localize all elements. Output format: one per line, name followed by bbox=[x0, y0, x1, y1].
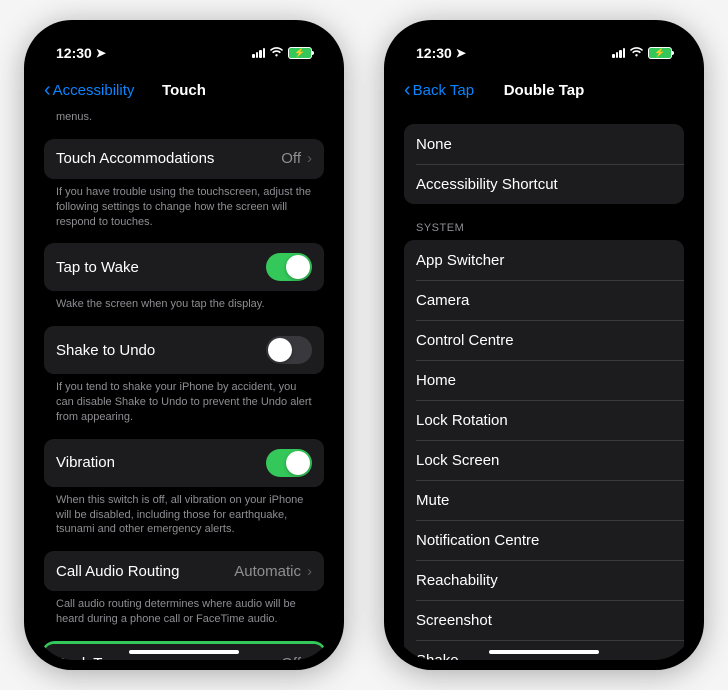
back-button[interactable]: ‹ Accessibility bbox=[44, 79, 134, 102]
cell-value: Off bbox=[281, 150, 301, 167]
screen-right: 12:30 ➤ ⚡ ‹ Back Tap Double Tap None Acce… bbox=[394, 30, 694, 660]
system-option[interactable]: Home bbox=[404, 360, 684, 400]
cell-label: Touch Accommodations bbox=[56, 150, 281, 167]
cell-label: Accessibility Shortcut bbox=[416, 176, 672, 193]
tap-to-wake-row[interactable]: Tap to Wake bbox=[44, 243, 324, 291]
wifi-icon bbox=[269, 46, 284, 61]
nav-bar: ‹ Back Tap Double Tap bbox=[394, 70, 694, 110]
status-time: 12:30 bbox=[416, 45, 452, 61]
iphone-left: 12:30 ➤ ⚡ ‹ Accessibility Touch menus. bbox=[24, 20, 344, 670]
cellular-signal-icon bbox=[612, 48, 625, 58]
chevron-right-icon: › bbox=[307, 563, 312, 580]
system-option[interactable]: Notification Centre bbox=[404, 520, 684, 560]
settings-content[interactable]: menus. Touch Accommodations Off › If you… bbox=[34, 110, 334, 660]
cell-label: Notification Centre bbox=[416, 532, 672, 549]
cell-label: Screenshot bbox=[416, 612, 672, 629]
system-option[interactable]: Control Centre bbox=[404, 320, 684, 360]
cell-label: None bbox=[416, 136, 672, 153]
vibration-toggle[interactable] bbox=[266, 449, 312, 477]
call-audio-routing-row[interactable]: Call Audio Routing Automatic › bbox=[44, 551, 324, 591]
truncated-footer: menus. bbox=[44, 110, 324, 139]
location-icon: ➤ bbox=[96, 46, 106, 60]
cell-label: Lock Rotation bbox=[416, 412, 672, 429]
chevron-right-icon: › bbox=[307, 655, 312, 660]
double-tap-option[interactable]: None bbox=[404, 124, 684, 164]
home-indicator[interactable] bbox=[129, 650, 239, 654]
cell-label: Vibration bbox=[56, 454, 266, 471]
section-footer: When this switch is off, all vibration o… bbox=[44, 487, 324, 552]
iphone-right: 12:30 ➤ ⚡ ‹ Back Tap Double Tap None Acce… bbox=[384, 20, 704, 670]
battery-icon: ⚡ bbox=[648, 47, 672, 59]
cell-label: Back Tap bbox=[56, 655, 281, 660]
notch bbox=[119, 30, 249, 58]
system-option[interactable]: Mute bbox=[404, 480, 684, 520]
chevron-left-icon: ‹ bbox=[404, 79, 411, 102]
battery-icon: ⚡ bbox=[288, 47, 312, 59]
back-label: Accessibility bbox=[53, 82, 135, 99]
notch bbox=[479, 30, 609, 58]
cell-label: Control Centre bbox=[416, 332, 672, 349]
location-icon: ➤ bbox=[456, 46, 466, 60]
shake-to-undo-toggle[interactable] bbox=[266, 336, 312, 364]
cell-value: Automatic bbox=[234, 563, 301, 580]
page-title: Touch bbox=[162, 82, 206, 99]
cell-value: Off bbox=[281, 655, 301, 660]
back-label: Back Tap bbox=[413, 82, 474, 99]
cell-label: Lock Screen bbox=[416, 452, 672, 469]
system-options-group: App Switcher Camera Control Centre Home Lock… bbox=[404, 240, 684, 660]
system-option[interactable]: Lock Screen bbox=[404, 440, 684, 480]
chevron-right-icon: › bbox=[307, 150, 312, 167]
double-tap-option[interactable]: Accessibility Shortcut bbox=[404, 164, 684, 204]
system-header: SYSTEM bbox=[404, 204, 684, 240]
system-option[interactable]: Camera bbox=[404, 280, 684, 320]
cell-label: App Switcher bbox=[416, 252, 672, 269]
system-option[interactable]: Screenshot bbox=[404, 600, 684, 640]
back-button[interactable]: ‹ Back Tap bbox=[404, 79, 474, 102]
section-footer: Wake the screen when you tap the display… bbox=[44, 291, 324, 326]
double-tap-content[interactable]: None Accessibility Shortcut SYSTEM App Sw… bbox=[394, 110, 694, 660]
cell-label: Camera bbox=[416, 292, 672, 309]
status-time: 12:30 bbox=[56, 45, 92, 61]
chevron-left-icon: ‹ bbox=[44, 79, 51, 102]
cell-label: Call Audio Routing bbox=[56, 563, 234, 580]
cell-label: Reachability bbox=[416, 572, 672, 589]
page-title: Double Tap bbox=[504, 82, 585, 99]
cell-label: Home bbox=[416, 372, 672, 389]
vibration-row[interactable]: Vibration bbox=[44, 439, 324, 487]
home-indicator[interactable] bbox=[489, 650, 599, 654]
touch-accommodations-row[interactable]: Touch Accommodations Off › bbox=[44, 139, 324, 179]
nav-bar: ‹ Accessibility Touch bbox=[34, 70, 334, 110]
section-footer: If you tend to shake your iPhone by acci… bbox=[44, 374, 324, 439]
system-option[interactable]: Lock Rotation bbox=[404, 400, 684, 440]
tap-to-wake-toggle[interactable] bbox=[266, 253, 312, 281]
cell-label: Shake to Undo bbox=[56, 342, 266, 359]
section-footer: If you have trouble using the touchscree… bbox=[44, 179, 324, 244]
cell-label: Mute bbox=[416, 492, 672, 509]
system-option[interactable]: App Switcher bbox=[404, 240, 684, 280]
section-footer: Call audio routing determines where audi… bbox=[44, 591, 324, 641]
screen-left: 12:30 ➤ ⚡ ‹ Accessibility Touch menus. bbox=[34, 30, 334, 660]
cell-label: Tap to Wake bbox=[56, 259, 266, 276]
shake-to-undo-row[interactable]: Shake to Undo bbox=[44, 326, 324, 374]
wifi-icon bbox=[629, 46, 644, 61]
top-options-group: None Accessibility Shortcut bbox=[404, 124, 684, 204]
system-option[interactable]: Reachability bbox=[404, 560, 684, 600]
cellular-signal-icon bbox=[252, 48, 265, 58]
